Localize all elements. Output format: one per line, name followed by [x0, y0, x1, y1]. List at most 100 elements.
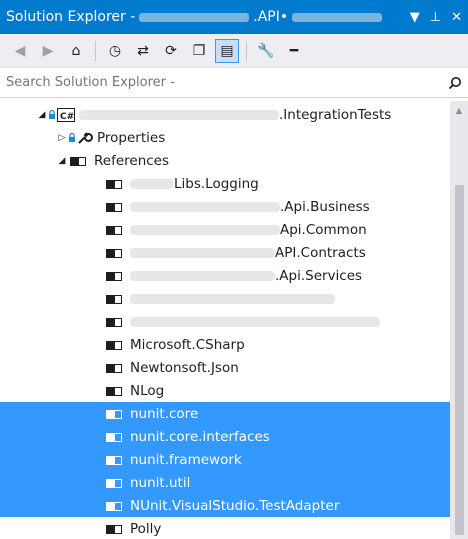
- expanded-arrow-icon[interactable]: ◢: [36, 110, 48, 120]
- reference-label: nunit.util: [130, 474, 191, 491]
- preview-button[interactable]: ━: [282, 39, 306, 63]
- reference-label: nunit.framework: [130, 451, 242, 468]
- search-bar: [0, 68, 468, 98]
- expanded-arrow-icon[interactable]: ◢: [56, 156, 68, 166]
- references-icon: [68, 155, 90, 167]
- reference-icon: [104, 362, 126, 374]
- window-title-api: .API: [253, 9, 280, 25]
- reference-icon: [104, 500, 126, 512]
- reference-item[interactable]: NUnit.VisualStudio.TestAdapter: [0, 494, 450, 517]
- properties-button[interactable]: 🔧: [254, 39, 278, 63]
- csharp-project-icon: C#: [57, 107, 75, 123]
- redacted-text: [130, 201, 280, 212]
- reference-icon: [104, 247, 126, 259]
- reference-icon: [104, 293, 126, 305]
- reference-item[interactable]: .Api.Business: [0, 195, 450, 218]
- redacted-text: [130, 178, 174, 189]
- reference-item[interactable]: Api.Common: [0, 218, 450, 241]
- reference-icon: [104, 270, 126, 282]
- window-title-bar[interactable]: Solution Explorer - .API • ▼ ⊥ ✕: [0, 0, 468, 34]
- reference-label: NUnit.VisualStudio.TestAdapter: [130, 497, 340, 514]
- refresh-button[interactable]: ⟳: [159, 39, 183, 63]
- pin-icon[interactable]: ⊥: [430, 11, 441, 24]
- lock-icon: [48, 109, 56, 120]
- tree-item-properties[interactable]: ▷ Properties: [0, 126, 450, 149]
- pending-changes-icon: ◷: [108, 42, 122, 59]
- reference-item[interactable]: nunit.util: [0, 471, 450, 494]
- collapse-all-button[interactable]: ❐: [187, 39, 211, 63]
- reference-item[interactable]: Polly: [0, 517, 450, 539]
- reference-item[interactable]: nunit.core.interfaces: [0, 425, 450, 448]
- preview-icon: ━: [289, 42, 299, 59]
- refresh-icon: ⟳: [165, 42, 177, 59]
- lock-icon: [68, 132, 76, 143]
- reference-icon: [104, 477, 126, 489]
- redacted-text: [130, 316, 380, 327]
- reference-label: .Api.Business: [280, 198, 370, 215]
- search-icon[interactable]: [442, 76, 468, 90]
- svg-text:C#: C#: [60, 112, 74, 122]
- vertical-scrollbar[interactable]: ▲: [450, 101, 468, 539]
- scroll-up-arrow-icon[interactable]: ▲: [450, 101, 468, 119]
- redacted-text: [130, 293, 335, 304]
- toolbar-separator: [246, 40, 247, 61]
- reference-item[interactable]: nunit.framework: [0, 448, 450, 471]
- reference-item[interactable]: API.Contracts: [0, 241, 450, 264]
- tree-item-references[interactable]: ◢ References: [0, 149, 450, 172]
- toolbar-separator: [95, 40, 96, 61]
- redacted-project-name: [79, 109, 279, 120]
- redacted-text: [130, 270, 275, 281]
- reference-icon: [104, 523, 126, 535]
- show-all-files-button[interactable]: ▤: [215, 38, 239, 63]
- toolbar: ◀ ▶ ⌂ ◷ ⇄ ⟳ ❐ ▤ 🔧 ━: [0, 34, 468, 68]
- reference-icon: [104, 408, 126, 420]
- window-title-separator: •: [279, 9, 289, 25]
- reference-icon: [104, 178, 126, 190]
- forward-button[interactable]: ▶: [36, 39, 60, 63]
- redacted-text: [130, 247, 275, 258]
- back-icon: ◀: [14, 42, 26, 59]
- reference-label: Microsoft.CSharp: [130, 336, 245, 353]
- close-icon[interactable]: ✕: [451, 11, 462, 24]
- redacted-solution-name: [139, 12, 250, 22]
- reference-item[interactable]: [0, 287, 450, 310]
- back-button[interactable]: ◀: [8, 39, 32, 63]
- reference-icon: [104, 385, 126, 397]
- sync-button[interactable]: ⇄: [131, 39, 155, 63]
- reference-icon: [104, 316, 126, 328]
- reference-item[interactable]: Newtonsoft.Json: [0, 356, 450, 379]
- properties-icon: 🔧: [257, 42, 275, 59]
- reference-label: Newtonsoft.Json: [130, 359, 239, 376]
- scroll-thumb[interactable]: [455, 185, 464, 535]
- reference-label: nunit.core: [130, 405, 199, 422]
- reference-item[interactable]: nunit.core: [0, 402, 450, 425]
- project-label: .IntegrationTests: [279, 106, 392, 123]
- tree-item-project[interactable]: ◢ C# .IntegrationTests: [0, 103, 450, 126]
- dropdown-icon[interactable]: ▼: [410, 11, 420, 24]
- reference-icon: [104, 224, 126, 236]
- show-all-files-icon: ▤: [220, 42, 234, 59]
- reference-label: Api.Common: [280, 221, 367, 238]
- reference-icon: [104, 339, 126, 351]
- home-button[interactable]: ⌂: [64, 39, 88, 63]
- properties-label: Properties: [97, 129, 166, 146]
- search-input[interactable]: [0, 68, 442, 97]
- reference-item[interactable]: [0, 310, 450, 333]
- references-label: References: [94, 152, 170, 169]
- reference-item[interactable]: NLog: [0, 379, 450, 402]
- reference-item[interactable]: Microsoft.CSharp: [0, 333, 450, 356]
- forward-icon: ▶: [42, 42, 54, 59]
- reference-icon: [104, 454, 126, 466]
- home-icon: ⌂: [71, 42, 81, 59]
- pending-changes-button[interactable]: ◷: [103, 39, 127, 63]
- reference-label: nunit.core.interfaces: [130, 428, 270, 445]
- collapsed-arrow-icon[interactable]: ▷: [56, 133, 68, 143]
- reference-item[interactable]: Libs.Logging: [0, 172, 450, 195]
- wrench-icon: [77, 131, 93, 145]
- redacted-branch: [292, 12, 383, 22]
- title-controls: ▼ ⊥ ✕: [410, 0, 462, 34]
- reference-label: API.Contracts: [275, 244, 366, 261]
- reference-icon: [104, 431, 126, 443]
- solution-tree: ◢ C# .IntegrationTests ▷ Properties ◢ Re…: [0, 101, 468, 539]
- reference-item[interactable]: .Api.Services: [0, 264, 450, 287]
